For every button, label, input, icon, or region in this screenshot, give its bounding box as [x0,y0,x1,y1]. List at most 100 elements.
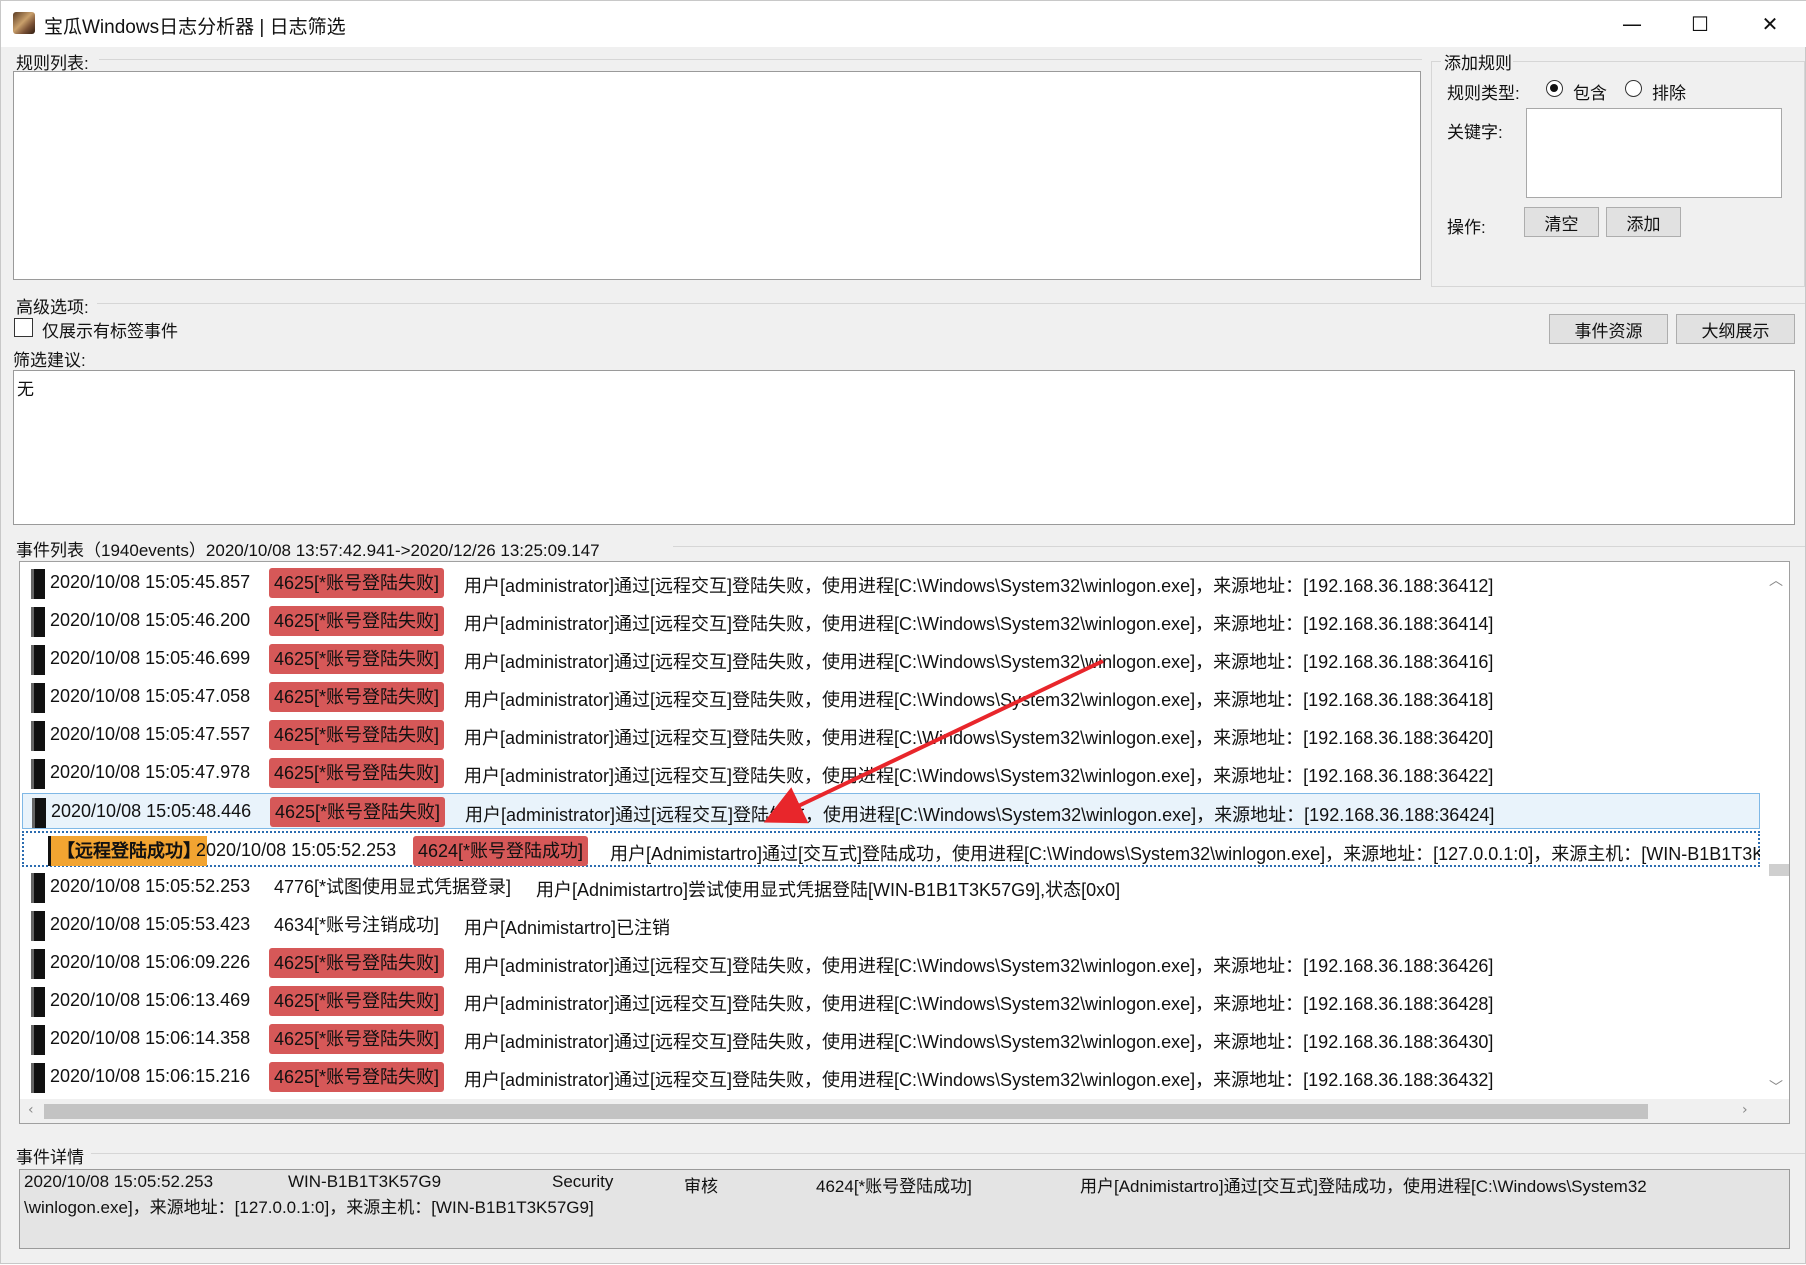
minimize-button[interactable]: — [1597,1,1667,47]
event-code-badge: 4625[*账号登陆失败] [269,1062,445,1092]
event-list-header: 事件列表（1940events）2020/10/08 13:57:42.941-… [16,541,600,560]
event-row[interactable]: 2020/10/08 15:05:48.446 4625[*账号登陆失败] 用户[a… [22,793,1760,829]
scroll-up-icon[interactable]: ︿ [1769,570,1783,590]
event-row-selected[interactable]: 【远程登陆成功】 2020/10/08 15:05:52.253 4624[*账号登… [22,831,1760,867]
maximize-button[interactable]: ☐ [1665,1,1735,47]
event-marker-icon [31,911,45,941]
event-code-badge: 4624[*账号登陆成功] [413,836,589,866]
close-button[interactable]: ✕ [1735,1,1805,47]
event-time: 2020/10/08 15:05:53.423 [50,914,251,934]
event-time: 2020/10/08 15:05:46.699 [50,648,251,668]
event-marker-icon [31,1063,45,1093]
rules-listbox[interactable] [13,71,1421,280]
app-logo-icon [13,12,35,34]
event-description: 用户[administrator]通过[远程交互]登陆失败，使用进程[C:\Wi… [464,1070,1494,1090]
window-title: 宝瓜Windows日志分析器 | 日志筛选 [44,17,346,38]
event-time: 2020/10/08 15:05:47.557 [50,724,251,744]
scroll-left-icon[interactable]: ‹ [28,1102,34,1118]
event-detail-box[interactable]: 2020/10/08 15:05:52.253 WIN-B1B1T3K57G9 … [19,1169,1790,1249]
horizontal-scrollbar[interactable]: ‹ › [20,1099,1789,1123]
include-radio[interactable] [1546,80,1563,97]
event-time: 2020/10/08 15:06:15.216 [50,1066,251,1086]
event-time: 2020/10/08 15:05:46.200 [50,610,251,630]
event-code-badge: 4625[*账号登陆失败] [269,720,445,750]
event-time: 2020/10/08 15:05:47.058 [50,686,251,706]
detail-description-cont: \winlogon.exe]，来源地址：[127.0.0.1:0]，来源主机：[… [24,1198,594,1217]
include-radio-label[interactable]: 包含 [1573,79,1607,104]
event-time: 2020/10/08 15:06:13.469 [50,990,251,1010]
event-list[interactable]: 2020/10/08 15:05:45.857 4625[*账号登陆失败] 用户[a… [19,561,1790,1124]
event-row[interactable]: 2020/10/08 15:05:47.978 4625[*账号登陆失败] 用户[a… [22,755,1760,791]
event-description: 用户[administrator]通过[远程交互]登陆失败，使用进程[C:\Wi… [464,1032,1494,1052]
event-marker-icon [31,759,45,789]
detail-channel: Security [552,1172,614,1191]
event-description: 用户[Adnimistartro]尝试使用显式凭据登陆[WIN-B1B1T3K5… [536,880,1121,900]
event-row[interactable]: 2020/10/08 15:05:52.253 4776[*试图使用显式凭据登录]… [22,869,1760,905]
event-marker-icon [31,683,45,713]
detail-group-border [91,1153,1805,1154]
event-code-badge: 4625[*账号登陆失败] [269,606,445,636]
event-code-badge: 4625[*账号登陆失败] [270,797,446,827]
event-code-badge: 4634[*账号注销成功] [274,915,440,935]
event-code-badge: 4776[*试图使用显式凭据登录] [274,877,512,897]
event-marker-icon [31,721,45,751]
rules-group-border [99,59,1422,60]
suggestion-label: 筛选建议: [13,351,86,370]
event-row[interactable]: 2020/10/08 15:05:46.699 4625[*账号登陆失败] 用户[a… [22,641,1760,677]
app-window: 宝瓜Windows日志分析器 | 日志筛选 — ☐ ✕ 规则列表: 添加规则 规… [0,0,1806,1264]
event-row[interactable]: 2020/10/08 15:05:45.857 4625[*账号登陆失败] 用户[a… [22,565,1760,601]
only-tagged-checkbox[interactable] [14,318,33,337]
event-row[interactable]: 2020/10/08 15:05:47.557 4625[*账号登陆失败] 用户[a… [22,717,1760,753]
event-row[interactable]: 2020/10/08 15:06:13.469 4625[*账号登陆失败] 用户[a… [22,983,1760,1019]
event-detail-label: 事件详情 [16,1148,84,1167]
event-marker-icon [31,607,45,637]
event-rows: 2020/10/08 15:05:45.857 4625[*账号登陆失败] 用户[a… [20,562,1760,1100]
event-row[interactable]: 2020/10/08 15:05:46.200 4625[*账号登陆失败] 用户[a… [22,603,1760,639]
horizontal-scroll-thumb[interactable] [44,1104,1648,1119]
keyword-label: 关键字: [1447,123,1503,142]
scroll-right-icon[interactable]: › [1742,1102,1748,1118]
event-resource-button[interactable]: 事件资源 [1549,314,1668,344]
event-description: 用户[administrator]通过[远程交互]登陆失败，使用进程[C:\Wi… [465,805,1495,825]
event-row[interactable]: 2020/10/08 15:05:53.423 4634[*账号注销成功] 用户[A… [22,907,1760,943]
suggestion-value: 无 [17,380,34,399]
detail-code: 4624[*账号登陆成功] [816,1177,972,1196]
event-description: 用户[administrator]通过[远程交互]登陆失败，使用进程[C:\Wi… [464,614,1494,634]
event-marker-icon [32,798,46,828]
event-marker-icon [31,873,45,903]
event-marker-icon [31,987,45,1017]
event-row[interactable]: 2020/10/08 15:05:47.058 4625[*账号登陆失败] 用户[a… [22,679,1760,715]
vertical-scrollbar[interactable]: ︿ ﹀ [1760,562,1789,1100]
event-time: 2020/10/08 15:05:52.253 [196,840,397,860]
add-button[interactable]: 添加 [1606,207,1681,237]
suggestion-textbox[interactable]: 无 [13,370,1795,525]
event-row[interactable]: 2020/10/08 15:06:09.226 4625[*账号登陆失败] 用户[a… [22,945,1760,981]
event-row[interactable]: 2020/10/08 15:06:15.216 4625[*账号登陆失败] 用户[a… [22,1059,1760,1095]
event-time: 2020/10/08 15:05:45.857 [50,572,251,592]
detail-category: 审核 [684,1177,718,1196]
event-description: 用户[administrator]通过[远程交互]登陆失败，使用进程[C:\Wi… [464,956,1494,976]
event-marker-icon [31,1025,45,1055]
keyword-input[interactable] [1526,108,1782,198]
event-code-badge: 4625[*账号登陆失败] [269,568,445,598]
event-marker-icon [31,645,45,675]
title-bar: 宝瓜Windows日志分析器 | 日志筛选 — ☐ ✕ [1,1,1806,47]
event-row[interactable]: 2020/10/08 15:06:14.358 4625[*账号登陆失败] 用户[a… [22,1021,1760,1057]
scroll-down-icon[interactable]: ﹀ [1769,1077,1783,1097]
event-time: 2020/10/08 15:05:47.978 [50,762,251,782]
vertical-scroll-thumb[interactable] [1769,864,1789,876]
only-tagged-label[interactable]: 仅展示有标签事件 [42,317,178,342]
event-group-border [673,546,1805,547]
rule-type-label: 规则类型: [1447,84,1520,103]
detail-time: 2020/10/08 15:05:52.253 [24,1172,214,1191]
add-rule-label: 添加规则 [1444,54,1512,73]
event-code-badge: 4625[*账号登陆失败] [269,986,445,1016]
exclude-radio-label[interactable]: 排除 [1652,79,1686,104]
clear-button[interactable]: 清空 [1524,207,1599,237]
outline-view-button[interactable]: 大纲展示 [1676,314,1795,344]
add-rule-border-right [1513,61,1805,62]
event-description: 用户[administrator]通过[远程交互]登陆失败，使用进程[C:\Wi… [464,766,1494,786]
event-time: 2020/10/08 15:06:14.358 [50,1028,251,1048]
exclude-radio[interactable] [1625,80,1642,97]
event-code-badge: 4625[*账号登陆失败] [269,1024,445,1054]
